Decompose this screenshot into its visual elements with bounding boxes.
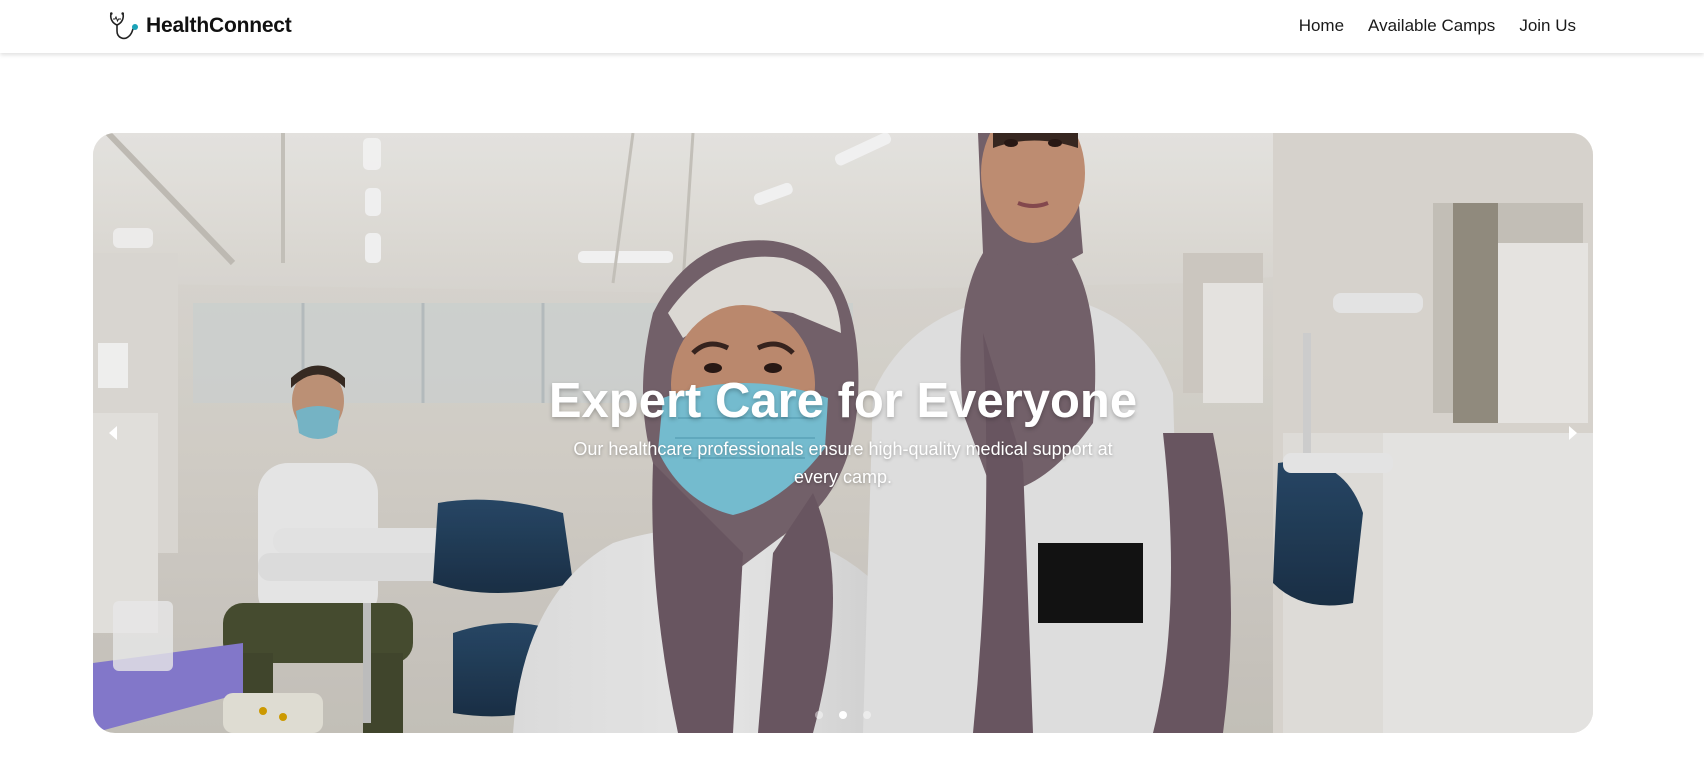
hero-carousel: Expert Care for Everyone Our healthcare … [93,133,1593,733]
main-nav: Home Available Camps Join Us [1275,0,1576,52]
carousel-next-button[interactable] [1553,413,1593,453]
carousel-indicators [93,711,1593,719]
carousel-indicator-3[interactable] [863,711,871,719]
brand-name: HealthConnect [146,14,292,37]
carousel-indicator-1[interactable] [815,711,823,719]
chevron-right-icon [1569,426,1577,440]
nav-link-join-us[interactable]: Join Us [1519,16,1576,36]
stethoscope-icon [109,12,138,40]
hero-caption: Expert Care for Everyone Our healthcare … [93,373,1593,491]
carousel-prev-button[interactable] [93,413,133,453]
nav-link-home[interactable]: Home [1299,16,1344,36]
chevron-left-icon [109,426,117,440]
hero-description: Our healthcare professionals ensure high… [573,439,1113,487]
nav-link-available-camps[interactable]: Available Camps [1368,16,1495,36]
carousel-indicator-2[interactable] [839,711,847,719]
brand-link[interactable]: HealthConnect [107,8,292,44]
navbar: HealthConnect Home Available Camps Join … [0,0,1704,53]
hero-title: Expert Care for Everyone [548,374,1138,428]
